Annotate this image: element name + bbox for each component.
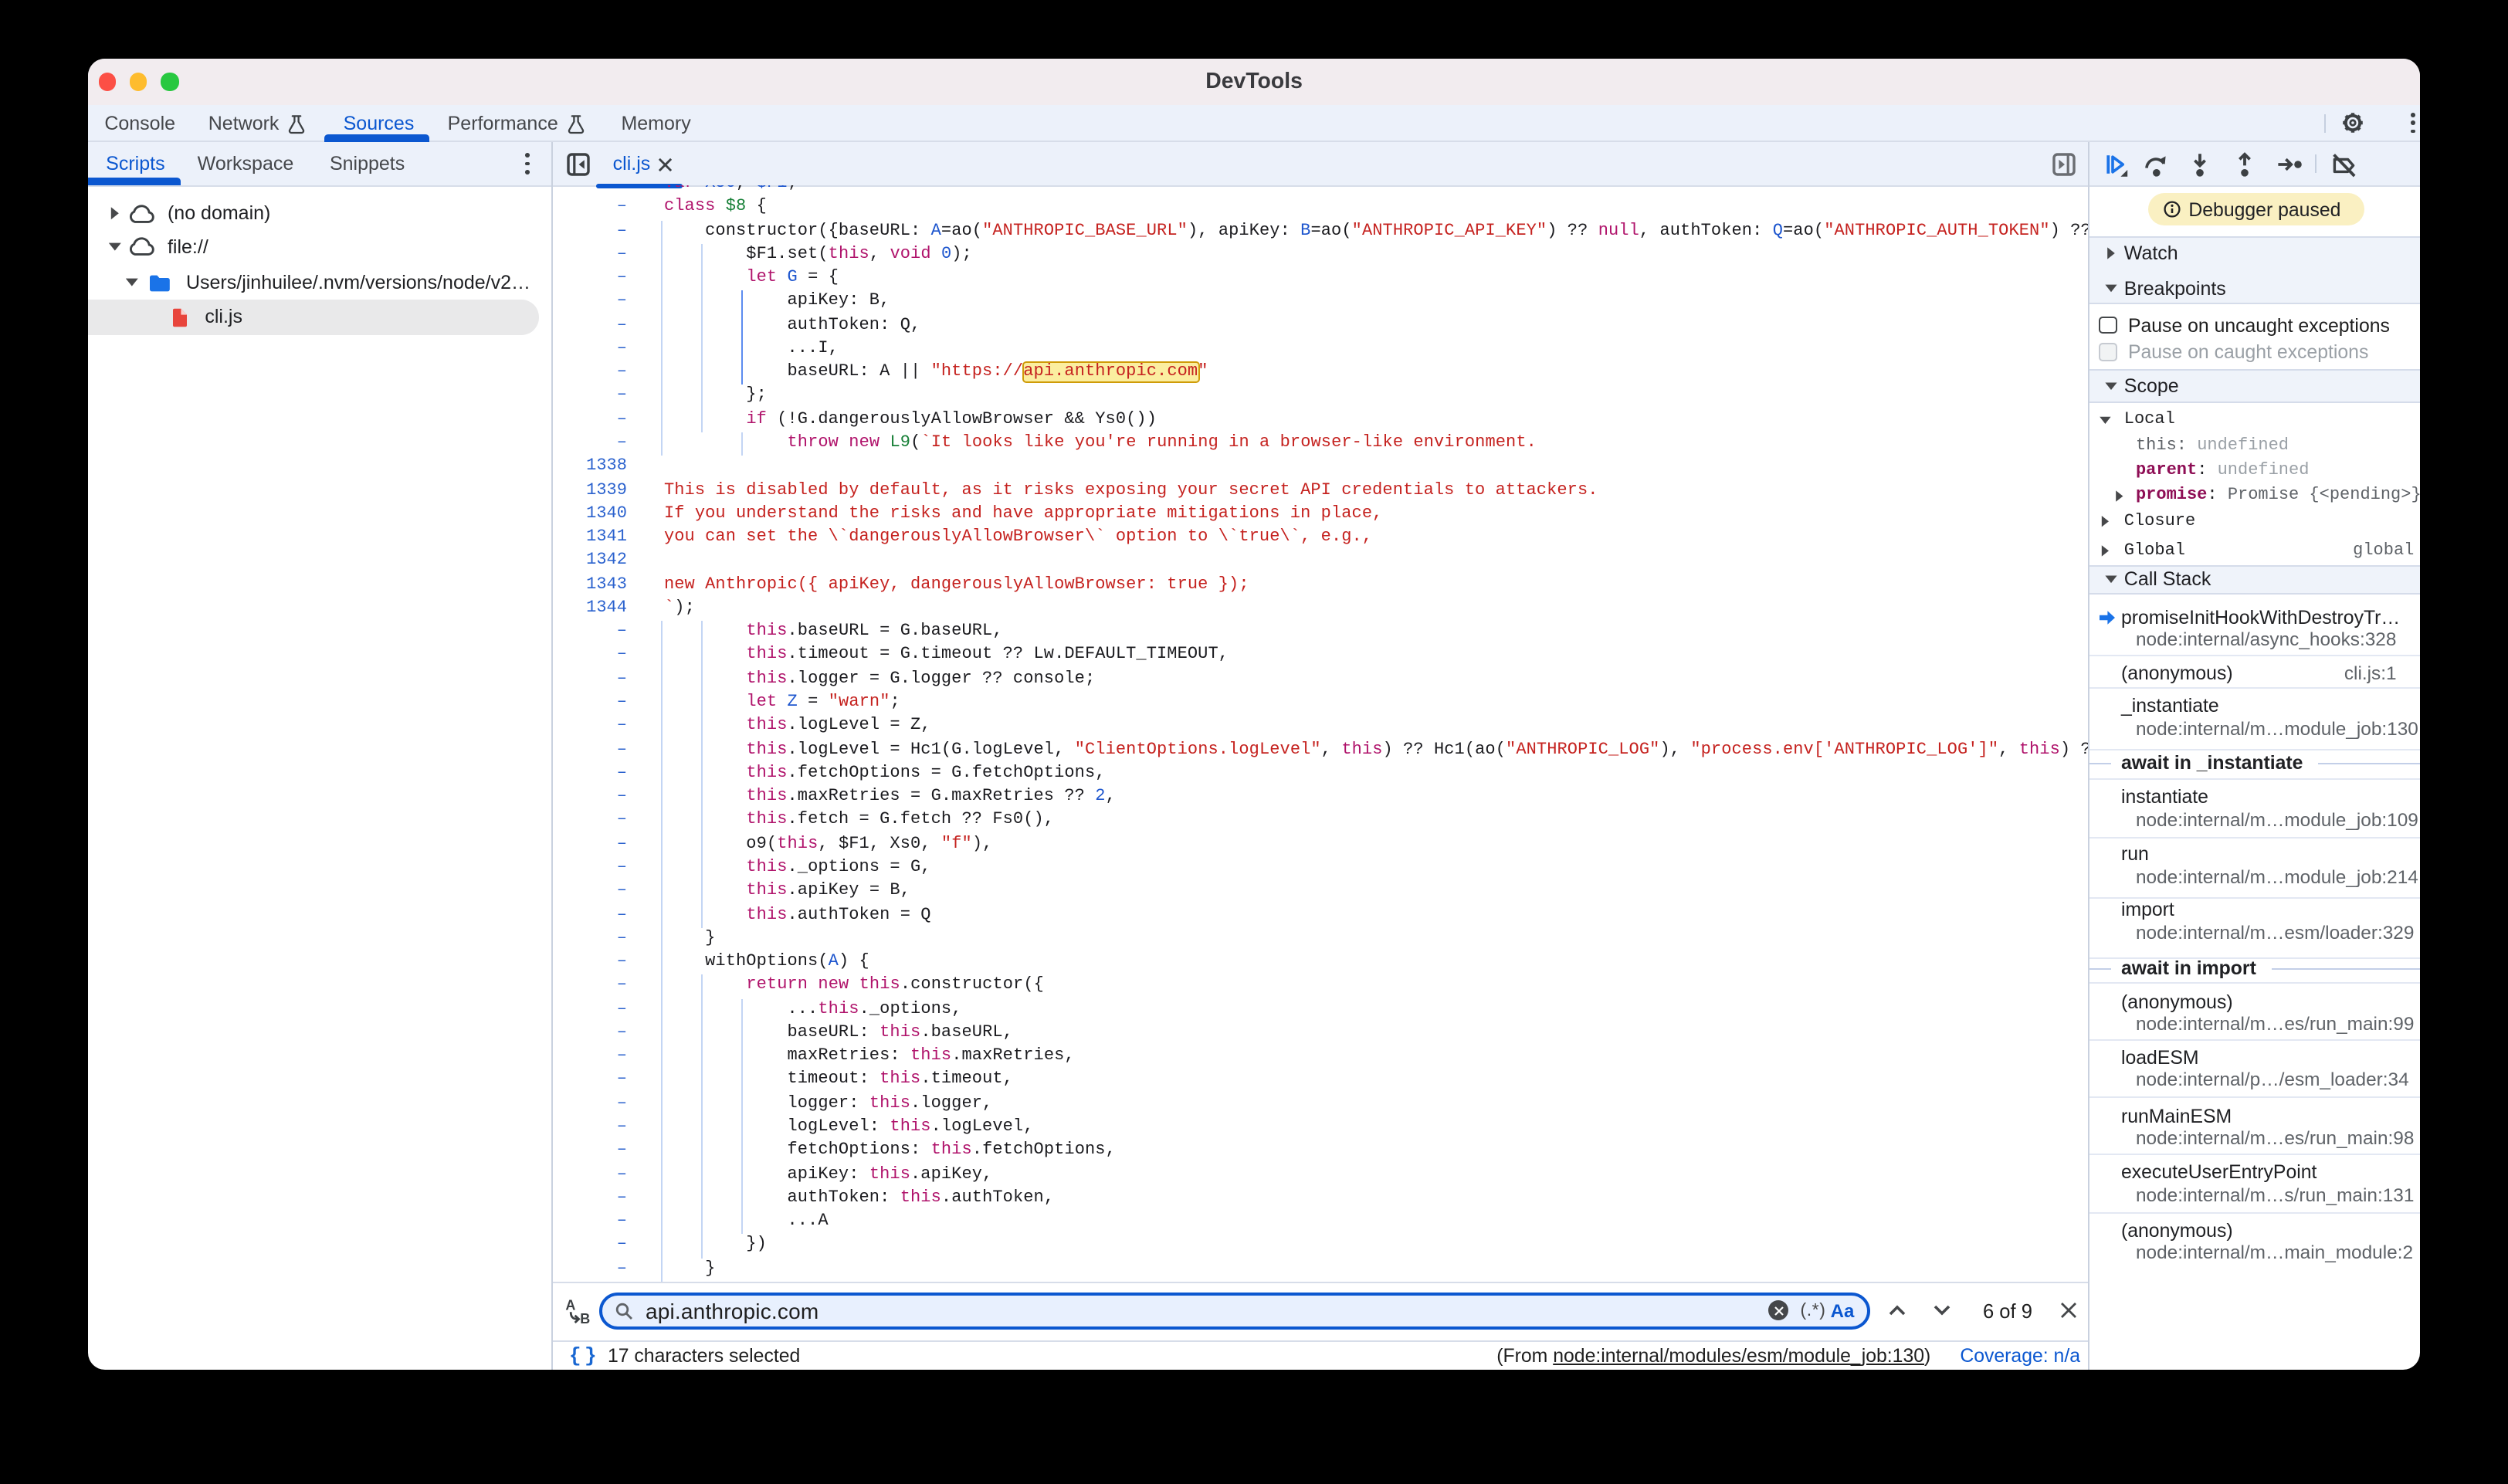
svg-text:A: A bbox=[565, 1299, 575, 1313]
svg-text:B: B bbox=[580, 1312, 590, 1324]
